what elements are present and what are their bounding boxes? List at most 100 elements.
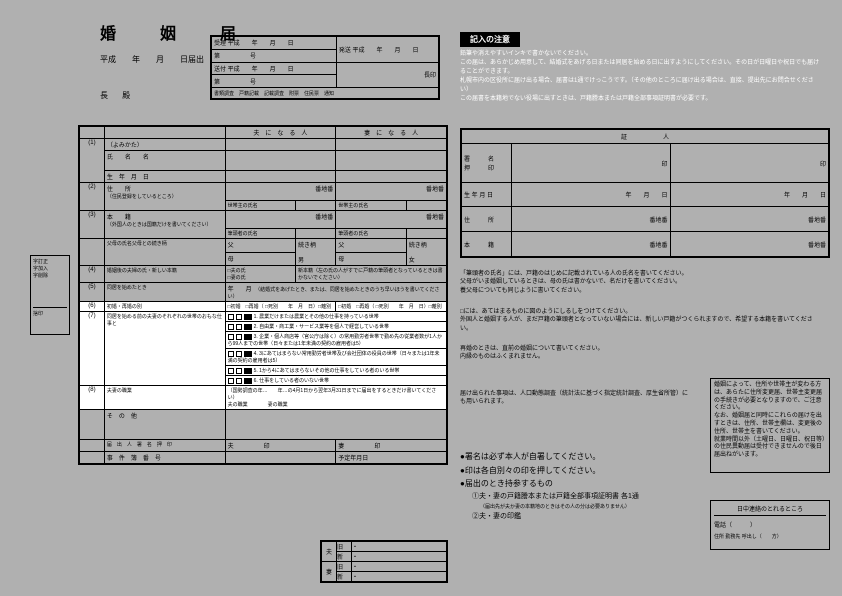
husband-shi-check[interactable]: □夫の氏 xyxy=(228,268,246,274)
witness1-hon[interactable]: 番地番 xyxy=(512,232,671,257)
contact-title: 日中連絡のとれるところ xyxy=(714,504,826,516)
work3-h-check[interactable] xyxy=(228,334,234,340)
doukyobefore-label: 同居を始める前の夫妻のそれぞれの世帯のおもな仕事と xyxy=(104,312,225,386)
wife-saikon[interactable]: □初婚 □再婚（ □死別 年 月 日）□離別 xyxy=(336,302,447,312)
wife-furigana[interactable] xyxy=(336,139,447,151)
wife-head[interactable] xyxy=(406,201,446,211)
correction-box: 字訂正 字加入 字削除 捨印 xyxy=(30,255,70,335)
name-label: 氏 名 名 xyxy=(104,151,225,171)
note3: 札幌市内の区役所に届け出る場合、届書は1通でけっこうです。（その他のところに届け… xyxy=(460,77,820,95)
wife-address[interactable]: 番地番 xyxy=(336,183,447,201)
witness1-sign[interactable]: 印 xyxy=(512,144,671,183)
bt-h-new: 新 xyxy=(337,552,352,562)
bt-w-old-v[interactable]: ・ xyxy=(352,562,447,572)
work5-h-check[interactable] xyxy=(228,368,234,374)
send-num[interactable]: 第 号 xyxy=(212,75,337,88)
honseki-note: （外国人のときは国籍だけを書いてください） xyxy=(107,222,212,228)
row3-label: (3) xyxy=(80,211,105,239)
send-date[interactable]: 送付 平成 年 月 日 xyxy=(212,62,337,75)
work4-h-check[interactable] xyxy=(228,351,234,357)
info-box-right: 婚姻によって、住所や世帯主が変わる方は、あらたに住所変更届、世帯主変更届の手続き… xyxy=(710,378,830,473)
wife-birth[interactable] xyxy=(336,171,447,183)
wife-hittou[interactable] xyxy=(406,229,446,239)
witness2-sign[interactable]: 印 xyxy=(670,144,829,183)
work4: 4. 3にあてはまらない常用勤労者世帯及び会社団体の役員の世帯（日々または1年未… xyxy=(228,351,440,364)
wife-sign-in[interactable]: 印 xyxy=(374,444,380,450)
work3-w-check[interactable] xyxy=(236,334,242,340)
work4-w-check[interactable] xyxy=(236,351,242,357)
work6-h-check[interactable] xyxy=(228,378,234,384)
w-mother-label: 母 xyxy=(336,252,406,266)
w-tsuzuki: 続き柄 xyxy=(409,243,427,249)
husband-job[interactable]: 夫の職業 xyxy=(228,402,248,408)
sakujo: 字削除 xyxy=(33,272,67,279)
guide1: 「筆頭者の氏名」には、戸籍のはじめに記載されている人の氏名を書いてください。 父… xyxy=(460,270,687,295)
info-p2: なお、婚姻届と同時にこれらの届けを出すときは、住所、世帯主欄は、変更後の住所、世… xyxy=(714,413,826,436)
check-row: 書類調査 戸籍記載 記載調査 附票 住民票 通知 xyxy=(212,88,439,99)
yotei-field[interactable]: 予定年月日 xyxy=(336,452,447,464)
note4: この届書を本籍地でない役場に出すときは、戸籍謄本または戸籍全部事項証明書が必要で… xyxy=(460,95,820,104)
w-hon-label: 本 籍 xyxy=(462,232,512,257)
witness-box: 証 人 署 名押 印 印 印 生 年 月 日 年 月 日 年 月 日 住 所 番… xyxy=(460,128,830,258)
address-label: 住 所 xyxy=(107,187,131,193)
teisei: 字訂正 xyxy=(33,258,67,265)
info-p1: 婚姻によって、住所や世帯主が変わる方は、あらたに住所変更届、世帯主変更届の手続き… xyxy=(714,382,826,413)
doukyo-date[interactable]: 年 月 xyxy=(228,287,252,293)
husband-furigana[interactable] xyxy=(225,139,336,151)
wife-shi-check[interactable]: □妻の氏 xyxy=(228,275,246,281)
dispatch-date[interactable]: 発送 平成 年 月 日 xyxy=(336,37,438,63)
wife-header: 妻 に な る 人 xyxy=(336,127,447,139)
bt-w-new-v[interactable]: ・ xyxy=(352,572,447,582)
bt-h-new-v[interactable]: ・ xyxy=(352,552,447,562)
furigana-label: （よみかた） xyxy=(104,139,225,151)
contact-tel[interactable]: 電話（ ） xyxy=(714,520,826,529)
husband-honseki[interactable]: 番地番 xyxy=(225,211,336,229)
address-note: （住民登録をしているところ） xyxy=(107,194,177,200)
husband-address[interactable]: 番地番 xyxy=(225,183,336,201)
bullet3a-note: （届出先が夫か妻の本籍地のときはその人の分は必要ありません） xyxy=(480,503,639,512)
newhon-field[interactable]: 新本籍（左の氏の人がすでに戸籍の筆頭者となっているときは書かないでください） xyxy=(296,266,447,283)
jiken-field[interactable] xyxy=(225,452,336,464)
bullet2: ●印は各自別々の印を押してください。 xyxy=(460,464,639,478)
wife-job[interactable]: 妻の職業 xyxy=(268,402,288,408)
receipt-num[interactable]: 第 号 xyxy=(212,49,337,62)
witness1-addr[interactable]: 番地番 xyxy=(512,207,671,232)
work1-h-check[interactable] xyxy=(228,314,234,320)
row5-label: (5) xyxy=(80,283,105,302)
work2-w-check[interactable] xyxy=(236,324,242,330)
work2-h-check[interactable] xyxy=(228,324,234,330)
husband-head[interactable] xyxy=(296,201,336,211)
work1-w-check[interactable] xyxy=(236,314,242,320)
bullet-list: ●署名は必ず本人が自署してください。 ●印は各自別々の印を押してください。 ●届… xyxy=(460,450,639,523)
receipt-date[interactable]: 受理 平成 年 月 日 xyxy=(212,37,337,50)
work2: 2. 自由業・商工業・サービス業等を個人で経営している世帯 xyxy=(254,324,389,330)
guide4: 届け出られた事項は、人口動態調査（統計法に基づく指定統計調査、厚生省所管）にも用… xyxy=(460,390,690,407)
witness2-addr[interactable]: 番地番 xyxy=(670,207,829,232)
bt-h-old-v[interactable]: ・ xyxy=(352,542,447,552)
husband-name[interactable] xyxy=(225,151,336,171)
saikon-label: 初婚・再婚の別 xyxy=(104,302,225,312)
husband-head-label: 世帯主の氏名 xyxy=(225,201,295,211)
bt-wife: 妻 xyxy=(322,562,337,582)
work5-w-check[interactable] xyxy=(236,368,242,374)
w-ouin: 押 印 xyxy=(464,166,494,172)
witness2-birth[interactable]: 年 月 日 xyxy=(670,183,829,207)
sonota-field[interactable] xyxy=(225,410,446,440)
work1: 1. 農業だけまたは農業とその他の仕事を持っている世帯 xyxy=(254,314,379,320)
work6-w-check[interactable] xyxy=(236,378,242,384)
husband-hittou[interactable] xyxy=(296,229,336,239)
contact-addr[interactable]: 住所 勤務先 呼出し（ 方） xyxy=(714,533,826,540)
witness1-birth[interactable]: 年 月 日 xyxy=(512,183,671,207)
bt-husband: 夫 xyxy=(322,542,337,562)
witness-header: 証 人 xyxy=(462,130,829,144)
husband-birth[interactable] xyxy=(225,171,336,183)
husband-saikon[interactable]: □初婚 □再婚（ □死別 年 月 日）□離別 xyxy=(225,302,336,312)
husband-sign-label: 夫 xyxy=(228,444,234,450)
witness2-hon[interactable]: 番地番 xyxy=(670,232,829,257)
husband-header: 夫 に な る 人 xyxy=(225,127,336,139)
bullet3: ●届出のとき持参するもの xyxy=(460,477,639,491)
wife-sign-label: 妻 xyxy=(338,444,344,450)
wife-name[interactable] xyxy=(336,151,447,171)
husband-sign-in[interactable]: 印 xyxy=(264,444,270,450)
wife-honseki[interactable]: 番地番 xyxy=(336,211,447,229)
